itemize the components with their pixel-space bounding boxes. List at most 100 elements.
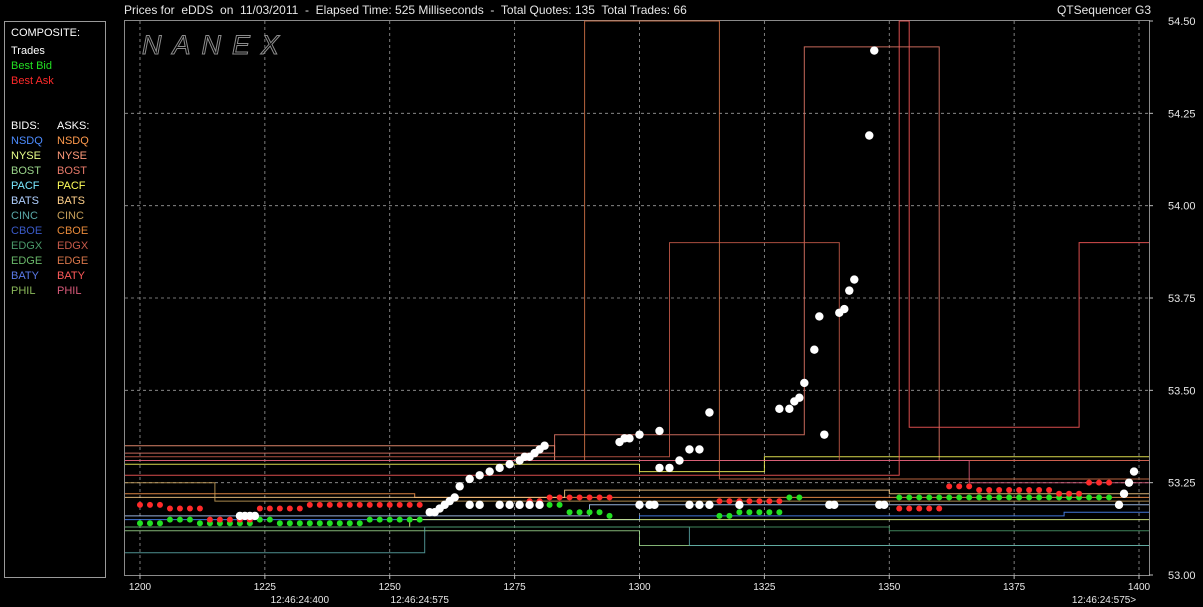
best-ask-point <box>596 494 603 501</box>
y-tick-label: 54.50 <box>1168 16 1196 28</box>
best-bid-point <box>196 520 203 527</box>
best-ask-point <box>1036 487 1043 494</box>
best-bid-point <box>936 494 943 501</box>
best-bid-point <box>1106 494 1113 501</box>
best-ask-point <box>606 494 613 501</box>
best-bid-point <box>906 494 913 501</box>
trade-point <box>655 463 664 473</box>
best-ask-point <box>326 501 333 508</box>
best-ask-point <box>296 505 303 512</box>
time-label: 12:46:24:575 <box>391 595 450 606</box>
best-bid-point <box>346 520 353 527</box>
best-ask-point <box>566 494 573 501</box>
best-bid-point <box>1086 494 1093 501</box>
trade-point <box>820 430 829 439</box>
best-bid-point <box>736 509 743 516</box>
best-ask-point <box>976 487 983 494</box>
best-bid-point <box>756 509 763 516</box>
trade-point <box>665 463 674 473</box>
best-bid-point <box>136 520 143 527</box>
best-bid-point <box>996 494 1003 501</box>
trade-point <box>850 275 859 284</box>
best-ask-point <box>556 494 563 501</box>
trade-point <box>685 500 694 510</box>
best-ask-point <box>366 501 373 508</box>
trade-point <box>1124 478 1134 487</box>
trade-point <box>535 500 544 510</box>
trade-point <box>775 404 784 413</box>
best-ask-point <box>986 487 993 494</box>
best-ask-point <box>1066 490 1073 497</box>
x-tick-label: 1350 <box>878 582 901 593</box>
best-bid-point <box>946 494 953 501</box>
trade-point <box>475 500 484 510</box>
trade-point <box>880 500 889 510</box>
best-ask-point <box>746 498 753 505</box>
best-bid-point <box>166 516 173 523</box>
best-bid-point <box>296 520 303 527</box>
best-ask-point <box>166 505 173 512</box>
trade-point <box>635 430 644 439</box>
best-ask-point <box>1076 490 1083 497</box>
best-bid-point <box>746 509 753 516</box>
best-ask-point <box>1106 479 1113 486</box>
best-ask-point <box>576 494 583 501</box>
y-axis: 53.00 53.25 53.50 53.75 54.00 54.25 54.50 <box>1149 16 1196 582</box>
best-bid-point <box>1016 494 1023 501</box>
time-label: 12:46:24:575> <box>1072 595 1136 606</box>
y-tick-label: 53.75 <box>1168 293 1196 305</box>
best-bid-point <box>726 512 733 519</box>
best-bid-point <box>986 494 993 501</box>
best-bid-point <box>1006 494 1013 501</box>
trade-point <box>450 493 459 502</box>
trade-point <box>1114 500 1124 510</box>
best-ask-point <box>416 501 423 508</box>
best-bid-point <box>786 494 793 501</box>
trade-point <box>505 460 514 469</box>
best-bid-point <box>556 501 563 508</box>
x-tick-label: 1250 <box>379 582 402 593</box>
best-ask-point <box>266 505 273 512</box>
best-ask-point <box>756 498 763 505</box>
best-ask-point <box>146 501 153 508</box>
x-tick-label: 1200 <box>129 582 152 593</box>
best-ask-point <box>966 483 973 490</box>
best-ask-point <box>896 505 903 512</box>
trade-point <box>495 500 504 510</box>
best-ask-point <box>1046 487 1053 494</box>
trade-point <box>505 500 514 510</box>
best-ask-point <box>776 498 783 505</box>
best-bid-point <box>356 520 363 527</box>
y-tick-label: 54.25 <box>1168 108 1196 120</box>
best-ask-point <box>406 501 413 508</box>
trade-point <box>830 500 839 510</box>
best-bid-point <box>326 520 333 527</box>
best-bid-point <box>766 509 773 516</box>
best-bid-point <box>406 516 413 523</box>
best-ask-point <box>916 505 923 512</box>
best-ask-point <box>376 501 383 508</box>
trade-point <box>650 500 659 510</box>
x-tick-label: 1375 <box>1003 582 1026 593</box>
best-bid-point <box>156 520 163 527</box>
trade-point <box>455 482 464 491</box>
best-ask-point <box>956 483 963 490</box>
trade-point <box>845 286 854 295</box>
trade-point <box>795 393 804 402</box>
x-tick-label: 1225 <box>254 582 277 593</box>
trade-point <box>815 312 824 321</box>
best-ask-point <box>396 501 403 508</box>
trade-point <box>525 500 534 510</box>
trade-point <box>705 500 714 510</box>
trade-point <box>705 408 714 417</box>
best-bid-point <box>896 494 903 501</box>
best-bid-point <box>1026 494 1033 501</box>
best-ask-point <box>226 516 233 523</box>
best-ask-point <box>996 487 1003 494</box>
best-bid-point <box>1036 494 1043 501</box>
best-bid-point <box>306 520 313 527</box>
best-ask-point <box>946 483 953 490</box>
time-label: 12:46:24:400 <box>271 595 330 606</box>
best-bid-point <box>956 494 963 501</box>
best-ask-point <box>196 505 203 512</box>
